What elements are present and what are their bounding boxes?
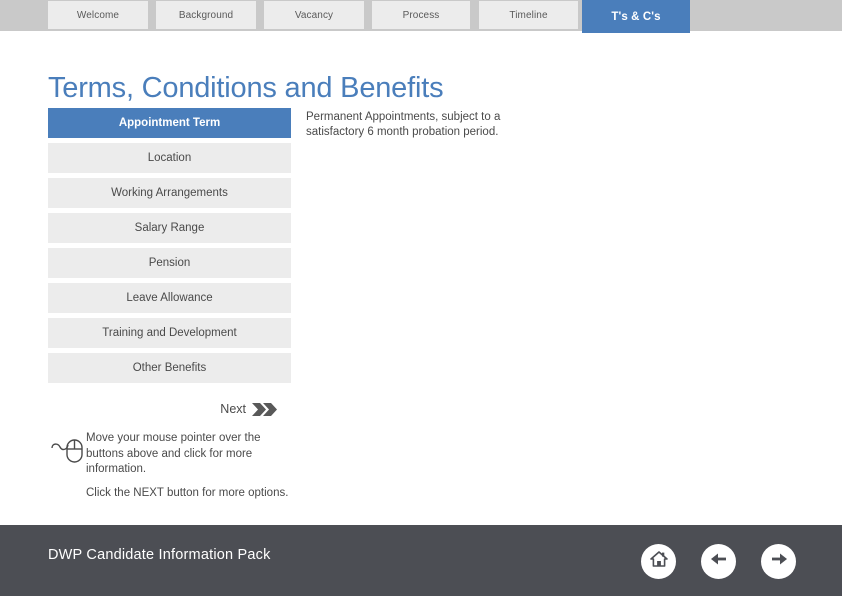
menu-item-leave-allowance[interactable]: Leave Allowance (48, 283, 291, 313)
menu-item-pension[interactable]: Pension (48, 248, 291, 278)
tab-label: T's & C's (611, 10, 661, 23)
detail-description: Permanent Appointments, subject to a sat… (306, 111, 501, 138)
forward-button[interactable] (761, 544, 796, 579)
footer-title: DWP Candidate Information Pack (48, 547, 271, 563)
home-button[interactable] (641, 544, 676, 579)
menu-item-label: Training and Development (102, 327, 237, 339)
menu-item-label: Leave Allowance (126, 292, 213, 304)
menu-item-salary-range[interactable]: Salary Range (48, 213, 291, 243)
help-text-hover: Move your mouse pointer over the buttons… (86, 432, 261, 475)
tab-label: Process (402, 9, 440, 21)
menu-item-label: Location (147, 152, 192, 164)
menu-item-training-and-development[interactable]: Training and Development (48, 318, 291, 348)
back-button[interactable] (701, 544, 736, 579)
tab-terms-and-conditions[interactable]: T's & C's (582, 0, 690, 33)
tab-vacancy[interactable]: Vacancy (264, 1, 364, 29)
tab-timeline[interactable]: Timeline (479, 1, 578, 29)
tab-label: Vacancy (294, 9, 334, 21)
menu-item-label: Pension (148, 257, 191, 269)
home-icon (648, 548, 670, 575)
menu-item-label: Working Arrangements (111, 187, 228, 199)
menu-item-label: Other Benefits (132, 362, 207, 374)
topic-menu: Appointment Term Location Working Arrang… (48, 108, 291, 388)
arrow-left-icon (708, 548, 730, 575)
footer-bar: DWP Candidate Information Pack (0, 525, 842, 596)
tab-label: Welcome (76, 9, 120, 21)
menu-item-label: Appointment Term (118, 117, 221, 129)
next-button[interactable]: Next (160, 402, 278, 416)
page-title: Terms, Conditions and Benefits (48, 72, 444, 104)
arrow-right-icon (768, 548, 790, 575)
menu-item-other-benefits[interactable]: Other Benefits (48, 353, 291, 383)
help-text-next: Click the NEXT button for more options. (86, 487, 289, 499)
menu-item-label: Salary Range (134, 222, 205, 234)
tab-label: Background (178, 9, 234, 21)
mouse-pointer-icon (50, 432, 90, 470)
tab-welcome[interactable]: Welcome (48, 1, 148, 29)
tab-background[interactable]: Background (156, 1, 256, 29)
tab-label: Timeline (509, 9, 548, 21)
footer-navigation (641, 544, 796, 579)
menu-item-working-arrangements[interactable]: Working Arrangements (48, 178, 291, 208)
double-chevron-right-icon (252, 402, 278, 416)
next-button-label: Next (220, 402, 246, 416)
tab-process[interactable]: Process (372, 1, 470, 29)
tab-bar: Welcome Background Vacancy Process Timel… (0, 0, 842, 33)
menu-item-location[interactable]: Location (48, 143, 291, 173)
menu-item-appointment-term[interactable]: Appointment Term (48, 108, 291, 138)
